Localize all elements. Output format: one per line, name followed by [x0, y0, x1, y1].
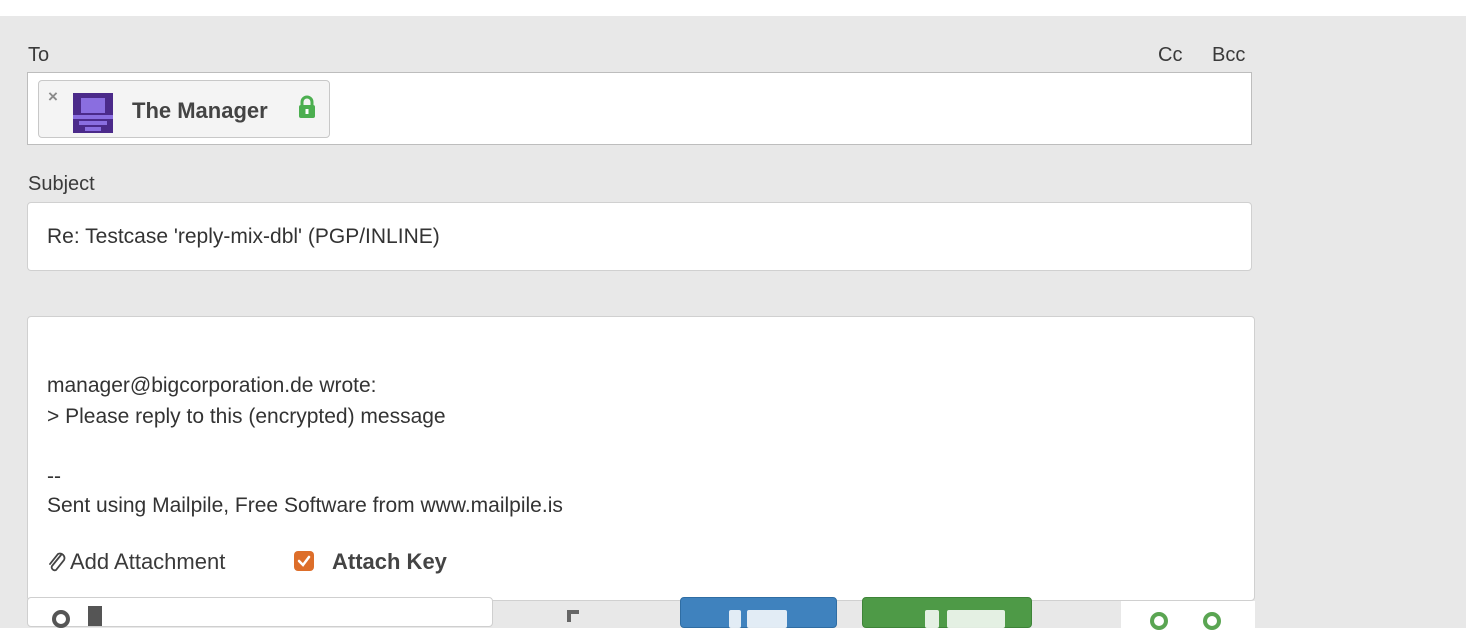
quote-header-line: manager@bigcorporation.de wrote:: [47, 374, 377, 397]
send-button[interactable]: [862, 597, 1032, 628]
to-label: To: [28, 44, 50, 66]
save-icon: [729, 610, 741, 628]
to-field[interactable]: × The Manager: [27, 72, 1252, 145]
signature-separator: --: [47, 465, 61, 488]
status-icon: [1203, 612, 1221, 630]
key-icon: [52, 610, 70, 628]
lock-icon: [299, 95, 315, 118]
attach-key-label: Attach Key: [332, 549, 447, 574]
send-icon: [925, 610, 939, 628]
recipient-name: The Manager: [132, 98, 268, 123]
recipient-chip[interactable]: × The Manager: [38, 80, 330, 138]
paperclip-icon: [49, 552, 66, 572]
quoted-line: > Please reply to this (encrypted) messa…: [47, 405, 446, 428]
robot-avatar-icon: [73, 93, 113, 133]
selector-text-fragment: [88, 606, 102, 626]
save-label-fragment: [747, 610, 787, 628]
bottom-strip: [1121, 601, 1255, 628]
status-icon: [1150, 612, 1168, 630]
save-button[interactable]: [680, 597, 837, 628]
checkbox-checked-icon[interactable]: [294, 551, 314, 571]
subject-input[interactable]: [27, 202, 1252, 271]
key-selector[interactable]: [27, 597, 493, 628]
cc-link[interactable]: Cc: [1158, 44, 1182, 67]
bcc-link[interactable]: Bcc: [1212, 44, 1245, 67]
compose-form: To Cc Bcc × The Manager Subject manager@…: [0, 16, 1466, 628]
subject-label: Subject: [28, 173, 95, 195]
remove-recipient-icon[interactable]: ×: [48, 87, 58, 107]
send-label-fragment: [947, 610, 1005, 628]
footer-icon: [567, 610, 579, 622]
message-body[interactable]: manager@bigcorporation.de wrote: > Pleas…: [27, 316, 1255, 601]
signature-line: Sent using Mailpile, Free Software from …: [47, 494, 563, 517]
add-attachment-label: Add Attachment: [70, 549, 226, 574]
